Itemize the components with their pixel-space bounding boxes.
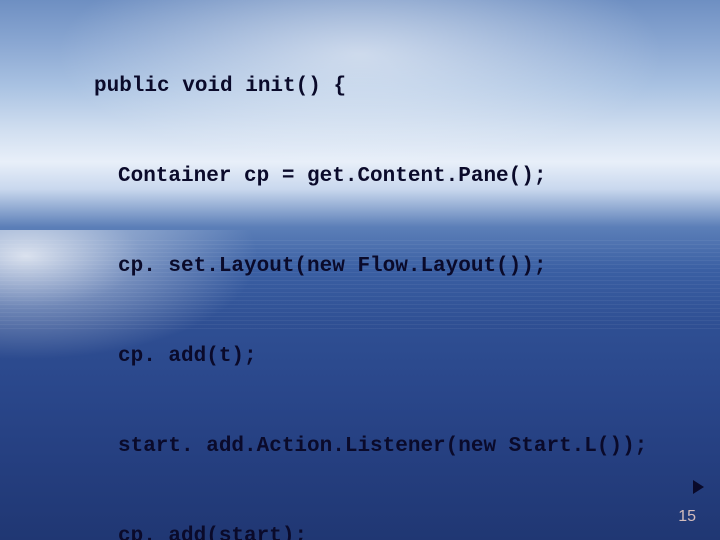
code-line: Container cp = get.Content.Pane(); [46,162,700,192]
code-block: public void init() { Container cp = get.… [46,12,700,540]
code-line: cp. set.Layout(new Flow.Layout()); [46,252,700,282]
code-line: public void init() { [46,72,700,102]
code-line: cp. add(start); [46,522,700,540]
slide: public void init() { Container cp = get.… [0,0,720,540]
next-marker-icon [693,480,704,494]
code-line: cp. add(t); [46,342,700,372]
page-number: 15 [678,508,696,526]
code-line: start. add.Action.Listener(new Start.L()… [46,432,700,462]
